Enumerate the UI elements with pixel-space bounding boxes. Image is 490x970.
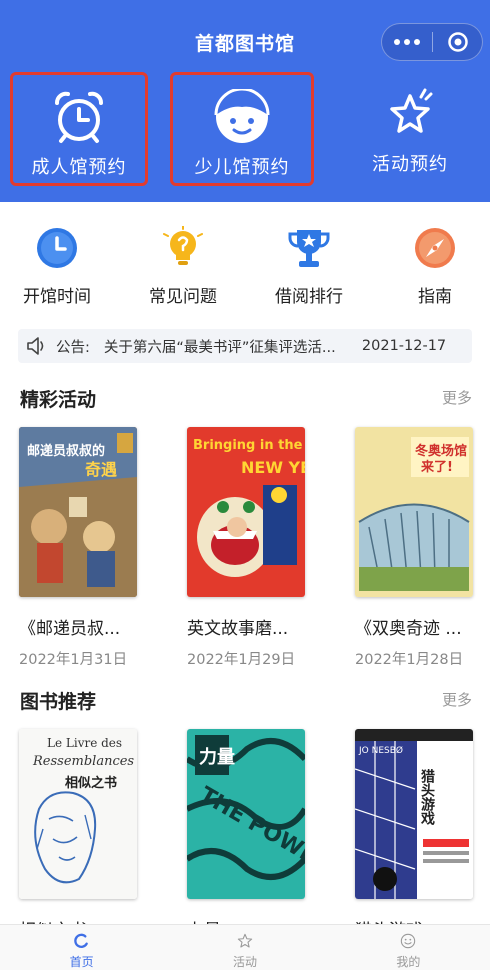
- adult-library-booking-button[interactable]: 成人馆预约: [10, 72, 148, 186]
- tab-label: 活动: [232, 955, 257, 969]
- compass-icon: [415, 228, 455, 268]
- activity-card[interactable]: 邮递员叔叔的 奇遇 《邮递员叔... 2022年1月31日: [19, 427, 137, 669]
- activity-booking-button[interactable]: 活动预约: [342, 72, 478, 186]
- cover-title: Le Livre des: [47, 736, 122, 750]
- guide-button[interactable]: 指南: [387, 226, 483, 307]
- book-cover-image: Le Livre des Ressemblances 相似之书: [19, 729, 137, 899]
- cover-cn-title: 相似之书: [65, 775, 117, 791]
- quick-nav-label: 借阅排行: [275, 287, 343, 307]
- alarm-clock-icon: [55, 91, 103, 143]
- activity-name: 英文故事磨...: [187, 619, 289, 639]
- bottom-tab-bar: 首页 活动 我的: [0, 924, 490, 970]
- book-card[interactable]: JO NESBØ 猎头游戏 猎头游戏: [355, 729, 473, 941]
- entry-label: 成人馆预约: [31, 157, 127, 178]
- tab-profile[interactable]: 我的: [327, 925, 490, 970]
- announcement-date: 2021-12-17: [361, 338, 447, 354]
- quick-nav-label: 开馆时间: [23, 287, 91, 307]
- smiley-icon: [401, 933, 416, 949]
- children-library-booking-button[interactable]: 少儿馆预约: [170, 72, 314, 186]
- close-circle-icon: [447, 32, 468, 52]
- book-card[interactable]: Le Livre des Ressemblances 相似之书 相似之书: [19, 729, 137, 941]
- activity-name: 《双奥奇迹 ...: [355, 619, 462, 639]
- quick-nav-label: 指南: [418, 287, 452, 307]
- book-cover-image: THE POWER 力量: [187, 729, 305, 899]
- activity-date: 2022年1月29日: [187, 652, 296, 668]
- cover-title: 冬奥场馆: [415, 443, 467, 459]
- activity-date: 2022年1月28日: [355, 652, 464, 668]
- entry-label: 活动预约: [372, 154, 448, 175]
- clock-icon: [37, 228, 77, 268]
- lightbulb-icon: [163, 226, 203, 265]
- tab-home[interactable]: 首页: [0, 925, 163, 970]
- activity-cover-image: 冬奥场馆 来了!: [355, 427, 473, 597]
- cover-subtitle: 奇遇: [85, 460, 117, 479]
- section-title-books: 图书推荐: [20, 691, 97, 713]
- tab-label: 首页: [69, 955, 94, 969]
- cover-subtitle: NEW YEAR: [241, 458, 305, 477]
- cover-title: 邮递员叔叔的: [27, 443, 105, 459]
- book-card[interactable]: THE POWER 力量 力量: [187, 729, 305, 941]
- tab-label: 我的: [396, 955, 421, 969]
- borrowing-ranking-button[interactable]: 借阅排行: [261, 226, 357, 307]
- cover-subtitle: Ressemblances: [32, 754, 134, 769]
- activities-more-link[interactable]: 更多: [442, 387, 472, 408]
- tab-activity[interactable]: 活动: [163, 925, 326, 970]
- activity-card[interactable]: Bringing in the NEW YEAR 英文故事磨... 2022年1…: [187, 427, 305, 669]
- opening-hours-button[interactable]: 开馆时间: [9, 226, 105, 307]
- speaker-icon: [27, 337, 44, 355]
- mini-program-capsule: [381, 23, 483, 61]
- activity-name: 《邮递员叔...: [19, 619, 121, 639]
- cover-cn-title: 猎头游戏: [419, 768, 436, 826]
- faq-button[interactable]: 常见问题: [135, 226, 231, 307]
- book-cover-image: JO NESBØ 猎头游戏: [355, 729, 473, 899]
- home-icon: [73, 933, 88, 948]
- entry-label: 少儿馆预约: [194, 157, 290, 178]
- child-face-icon: [214, 89, 270, 143]
- announcement-text: 关于第六届“最美书评”征集评选活...: [103, 339, 336, 356]
- section-title-activities: 精彩活动: [20, 389, 97, 411]
- trophy-icon: [288, 230, 330, 267]
- activity-card[interactable]: 冬奥场馆 来了! 《双奥奇迹 ... 2022年1月28日: [355, 427, 473, 669]
- cover-title: Bringing in the: [193, 438, 303, 453]
- cover-author: JO NESBØ: [358, 745, 403, 756]
- quick-nav-label: 常见问题: [149, 287, 217, 307]
- books-more-link[interactable]: 更多: [442, 689, 472, 710]
- activity-cover-image: Bringing in the NEW YEAR: [187, 427, 305, 597]
- close-button[interactable]: [433, 24, 482, 60]
- cover-subtitle: 来了!: [420, 459, 453, 475]
- activity-date: 2022年1月31日: [19, 652, 128, 668]
- more-menu-button[interactable]: [382, 24, 432, 60]
- announcement-bar[interactable]: 公告: 关于第六届“最美书评”征集评选活... 2021-12-17: [18, 329, 472, 363]
- cover-cn-title: 力量: [199, 746, 235, 768]
- announcement-prefix: 公告:: [56, 339, 90, 356]
- star-outline-icon: [237, 933, 253, 948]
- activity-cover-image: 邮递员叔叔的 奇遇: [19, 427, 137, 597]
- star-icon: [390, 88, 433, 133]
